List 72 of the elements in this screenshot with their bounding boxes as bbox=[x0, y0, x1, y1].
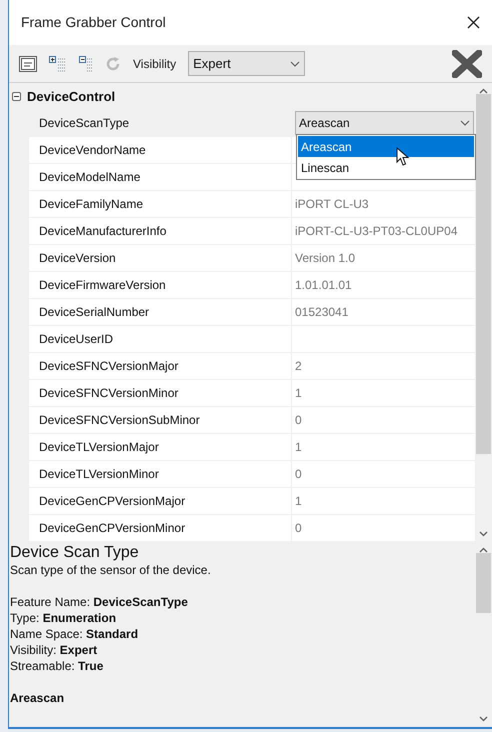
scroll-up-icon[interactable] bbox=[479, 88, 488, 94]
property-name: DeviceGenCPVersionMajor bbox=[39, 493, 186, 510]
visibility-label: Visibility bbox=[133, 56, 176, 72]
feature-detail: Feature Name: DeviceScanType bbox=[10, 594, 189, 610]
property-value: 1 bbox=[295, 439, 302, 456]
visibility-dropdown[interactable]: Expert bbox=[188, 51, 306, 76]
grid-scrollbar[interactable] bbox=[475, 83, 492, 542]
property-name: DeviceGenCPVersionMinor bbox=[39, 520, 186, 537]
property-row[interactable]: DeviceSerialNumber 01523041 bbox=[29, 299, 475, 326]
property-row[interactable]: DeviceTLVersionMinor 0 bbox=[29, 461, 475, 488]
property-row[interactable]: DeviceVersion Version 1.0 bbox=[29, 245, 475, 272]
window-title: Frame Grabber Control bbox=[21, 13, 166, 32]
feature-detail: Visibility: Expert bbox=[10, 642, 98, 658]
property-row[interactable]: DeviceFirmwareVersion 1.01.01.01 bbox=[29, 272, 475, 299]
property-name: DeviceUserID bbox=[39, 331, 114, 348]
property-row[interactable]: DeviceUserID bbox=[29, 326, 475, 353]
expand-all-icon[interactable] bbox=[49, 56, 67, 72]
window-icon[interactable] bbox=[19, 56, 37, 72]
property-name: DeviceSerialNumber bbox=[39, 304, 150, 321]
description-text: Scan type of the sensor of the device. bbox=[10, 562, 212, 578]
property-name: DeviceSFNCVersionMinor bbox=[39, 385, 178, 402]
property-value: 01523041 bbox=[295, 304, 348, 321]
caret-icon bbox=[460, 120, 470, 126]
property-name: DeviceFamilyName bbox=[39, 196, 144, 213]
description-title: Device Scan Type bbox=[10, 544, 140, 562]
property-row[interactable]: DeviceSFNCVersionMajor 2 bbox=[29, 353, 475, 380]
collapse-all-icon[interactable] bbox=[79, 56, 93, 72]
scroll-thumb[interactable] bbox=[476, 553, 491, 613]
feature-detail: Name Space: Standard bbox=[10, 626, 140, 642]
property-name: DeviceSFNCVersionMajor bbox=[39, 358, 178, 375]
property-value: iPORT-CL-U3-PT03-CL0UP04 bbox=[295, 223, 458, 240]
close-icon[interactable] bbox=[467, 16, 480, 29]
property-name: DeviceFirmwareVersion bbox=[39, 277, 166, 294]
property-row[interactable]: DeviceSFNCVersionMinor 1 bbox=[29, 380, 475, 407]
property-value: 0 bbox=[295, 520, 302, 537]
property-value: iPORT CL-U3 bbox=[295, 196, 369, 213]
dropdown-option[interactable]: Areascan bbox=[298, 136, 474, 157]
property-name: DeviceTLVersionMajor bbox=[39, 439, 159, 456]
caret-icon bbox=[290, 60, 300, 66]
category-name: DeviceControl bbox=[27, 88, 116, 106]
property-value: 1 bbox=[295, 385, 302, 402]
close-x-icon[interactable] bbox=[452, 50, 482, 78]
scroll-down-icon[interactable] bbox=[479, 716, 488, 722]
property-value: 1 bbox=[295, 493, 302, 510]
property-row[interactable]: DeviceGenCPVersionMinor 0 bbox=[29, 515, 475, 542]
category-row[interactable]: DeviceControl bbox=[9, 83, 475, 110]
collapse-icon[interactable] bbox=[12, 92, 21, 101]
property-value: Version 1.0 bbox=[295, 250, 356, 267]
scan-type-dropdown[interactable]: Areascan bbox=[295, 111, 474, 135]
property-row[interactable]: DeviceTLVersionMajor 1 bbox=[29, 434, 475, 461]
scroll-thumb[interactable] bbox=[476, 94, 491, 454]
property-name: DeviceModelName bbox=[39, 169, 140, 186]
current-value: Areascan bbox=[10, 690, 66, 706]
property-value: 0 bbox=[295, 466, 302, 483]
property-row[interactable]: DeviceFamilyName iPORT CL-U3 bbox=[29, 191, 475, 218]
property-row[interactable]: DeviceSFNCVersionSubMinor 0 bbox=[29, 407, 475, 434]
scroll-up-icon[interactable] bbox=[479, 547, 488, 553]
property-name: DeviceTLVersionMinor bbox=[39, 466, 159, 483]
property-row[interactable]: DeviceGenCPVersionMajor 1 bbox=[29, 488, 475, 515]
property-name: DeviceVersion bbox=[39, 250, 116, 267]
property-value: 2 bbox=[295, 358, 302, 375]
property-name: DeviceScanType bbox=[39, 115, 130, 132]
property-name: DeviceSFNCVersionSubMinor bbox=[39, 412, 200, 429]
scroll-down-icon[interactable] bbox=[479, 531, 488, 537]
property-name: DeviceManufacturerInfo bbox=[39, 223, 166, 240]
feature-detail: Type: Enumeration bbox=[10, 610, 118, 626]
property-value: 1.01.01.01 bbox=[295, 277, 352, 294]
property-name: DeviceVendorName bbox=[39, 142, 146, 159]
cursor-icon bbox=[396, 147, 410, 167]
property-value: 0 bbox=[295, 412, 302, 429]
feature-detail: Streamable: True bbox=[10, 658, 104, 674]
property-row[interactable]: DeviceManufacturerInfo iPORT-CL-U3-PT03-CL0UP04 bbox=[29, 218, 475, 245]
